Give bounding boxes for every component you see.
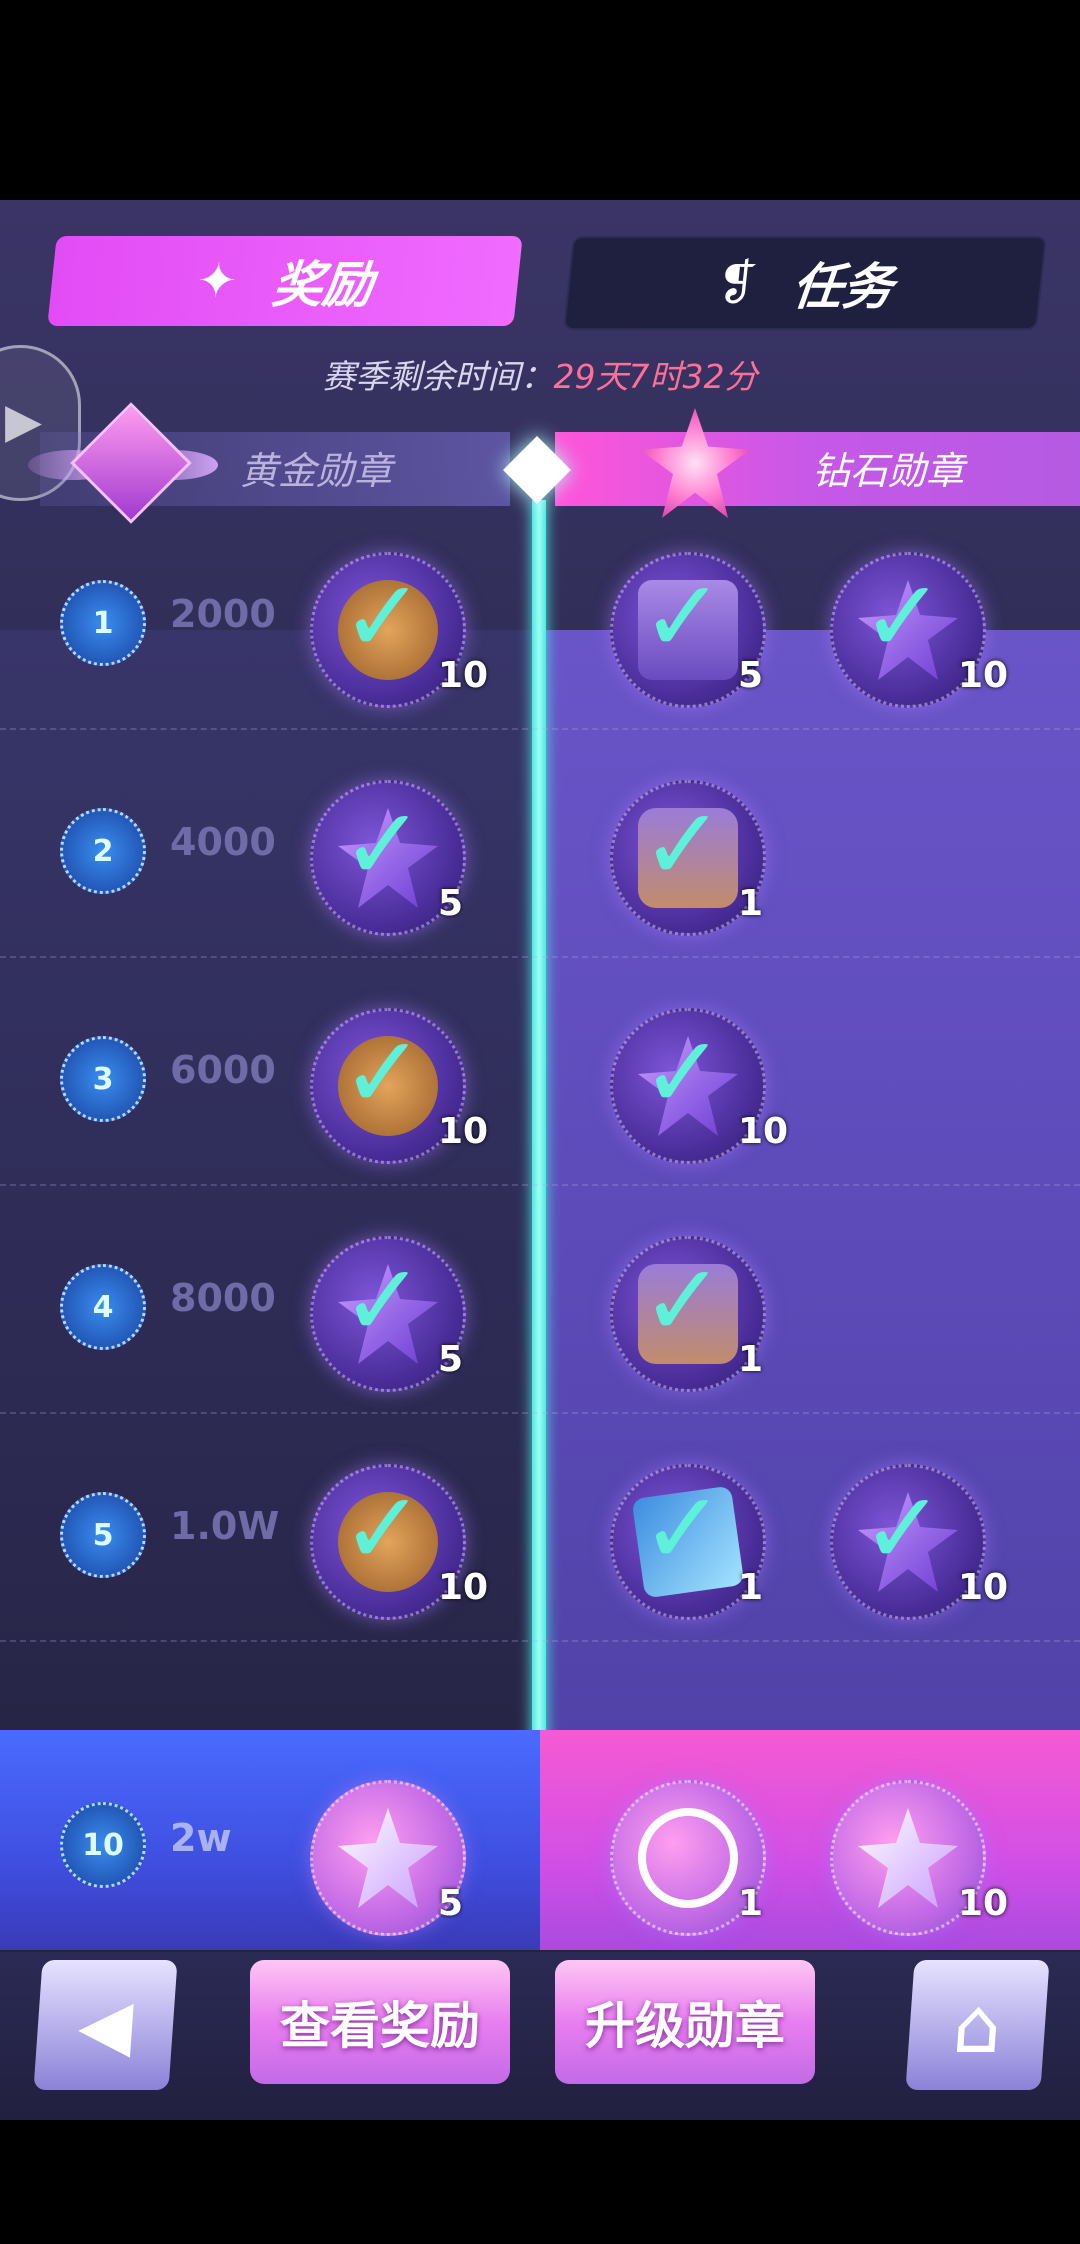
tab-rewards[interactable]: ✦ 奖励	[47, 236, 523, 326]
level-badge: 4	[60, 1264, 146, 1350]
diamond-reward-slot[interactable]: ✓ 5	[610, 552, 766, 708]
row-divider	[0, 1640, 1080, 1642]
level-row: 4 8000 ✓ 5 ✓ 1	[0, 1186, 1080, 1414]
season-timer-label: 赛季剩余时间：	[322, 357, 554, 396]
star-icon	[858, 1808, 958, 1908]
tab-tasks[interactable]: ❡ 任务	[563, 236, 1047, 330]
view-rewards-label: 查看奖励	[280, 1997, 480, 2055]
home-button[interactable]: ⌂	[905, 1960, 1050, 2090]
gold-reward-slot[interactable]: ✓ 10	[310, 1464, 488, 1620]
star-icon	[338, 1808, 438, 1908]
gold-reward-slot[interactable]: ✓ 10	[310, 552, 488, 708]
back-button[interactable]: ◀	[33, 1960, 178, 2090]
season-timer: 赛季剩余时间：29天7时32分	[0, 350, 1080, 398]
avatar-frame-icon	[638, 1808, 738, 1908]
level-score: 1.0W	[170, 1504, 280, 1548]
diamond-reward-slot[interactable]: ✓ 10	[830, 552, 1008, 708]
level-badge: 5	[60, 1492, 146, 1578]
reward-quantity: 5	[438, 1339, 464, 1380]
reward-quantity: 1	[738, 1567, 764, 1608]
level-row: 3 6000 ✓ 10 ✓ 10	[0, 958, 1080, 1186]
diamond-reward-slot[interactable]: ✓ 10	[830, 1464, 1008, 1620]
reward-quantity: 1	[738, 1339, 764, 1380]
gold-medal-label: 黄金勋章	[240, 449, 393, 493]
gold-reward-slot[interactable]: ✓ 10	[310, 1008, 488, 1164]
check-icon: ✓	[341, 786, 425, 903]
play-icon: ▶	[5, 393, 42, 449]
winged-emblem-icon: ✦	[193, 253, 241, 309]
check-icon: ✓	[341, 1242, 425, 1359]
gold-reward-slot[interactable]: ✓ 5	[310, 780, 466, 936]
reward-quantity: 5	[738, 655, 764, 696]
check-icon: ✓	[641, 1014, 725, 1131]
level-score: 2000	[170, 592, 276, 636]
reward-quantity: 10	[438, 655, 489, 696]
home-icon: ⌂	[950, 1980, 1005, 2070]
check-icon: ✓	[341, 1014, 425, 1131]
diamond-medal-label: 钻石勋章	[812, 449, 965, 493]
gold-reward-slot[interactable]: 5	[310, 1780, 466, 1936]
check-icon: ✓	[641, 558, 725, 675]
diamond-reward-slot[interactable]: ✓ 1	[610, 1236, 766, 1392]
check-icon: ✓	[861, 558, 945, 675]
gold-reward-slot[interactable]: ✓ 5	[310, 1236, 466, 1392]
check-icon: ✓	[641, 786, 725, 903]
reward-quantity: 10	[438, 1567, 489, 1608]
diamond-reward-slot[interactable]: 1	[610, 1780, 766, 1936]
view-rewards-button[interactable]: 查看奖励	[250, 1960, 510, 2084]
back-arrow-icon: ◀	[75, 1984, 136, 2066]
reward-quantity: 10	[438, 1111, 489, 1152]
season-timer-value: 29天7时32分	[553, 357, 758, 396]
diamond-reward-slot[interactable]: ✓ 1	[610, 780, 766, 936]
check-icon: ✓	[641, 1242, 725, 1359]
check-icon: ✓	[341, 1470, 425, 1587]
reward-quantity: 10	[958, 655, 1009, 696]
level-score: 4000	[170, 820, 276, 864]
reward-quantity: 10	[738, 1111, 789, 1152]
reward-quantity: 5	[438, 1883, 464, 1924]
tab-tasks-label: 任务	[789, 258, 896, 316]
reward-quantity: 1	[738, 883, 764, 924]
level-row: 2 4000 ✓ 5 ✓ 1	[0, 730, 1080, 958]
upgrade-medal-button[interactable]: 升级勋章	[555, 1960, 815, 2084]
reward-quantity: 1	[738, 1883, 764, 1924]
reward-quantity: 10	[958, 1883, 1009, 1924]
level-badge: 3	[60, 1036, 146, 1122]
check-icon: ✓	[861, 1470, 945, 1587]
level-score: 6000	[170, 1048, 276, 1092]
battle-pass-screen: ✦ 奖励 ❡ 任务 ▶ 赛季剩余时间：29天7时32分 黄金勋章 钻石勋章 1 …	[0, 200, 1080, 2120]
check-icon: ✓	[641, 1470, 725, 1587]
level-score: 2w	[170, 1816, 232, 1860]
upgrade-medal-label: 升级勋章	[585, 1997, 785, 2055]
diamond-reward-slot[interactable]: ✓ 10	[610, 1008, 788, 1164]
level-row: 1 2000 ✓ 10 ✓ 5 ✓ 10	[0, 502, 1080, 730]
reward-quantity: 5	[438, 883, 464, 924]
diamond-reward-slot[interactable]: ✓ 1	[610, 1464, 766, 1620]
scroll-icon: ❡	[713, 255, 761, 311]
level-badge: 1	[60, 580, 146, 666]
level-row: 5 1.0W ✓ 10 ✓ 1 ✓ 10	[0, 1414, 1080, 1642]
bottom-bar: ◀ 查看奖励 升级勋章 ⌂	[0, 1952, 1080, 2120]
level-badge: 2	[60, 808, 146, 894]
check-icon: ✓	[341, 558, 425, 675]
level-badge: 10	[60, 1802, 146, 1888]
tab-rewards-label: 奖励	[269, 256, 376, 314]
level-score: 8000	[170, 1276, 276, 1320]
reward-quantity: 10	[958, 1567, 1009, 1608]
diamond-reward-slot[interactable]: 10	[830, 1780, 1008, 1936]
milestone-level-row: 10 2w 5 1 10	[0, 1730, 1080, 1950]
